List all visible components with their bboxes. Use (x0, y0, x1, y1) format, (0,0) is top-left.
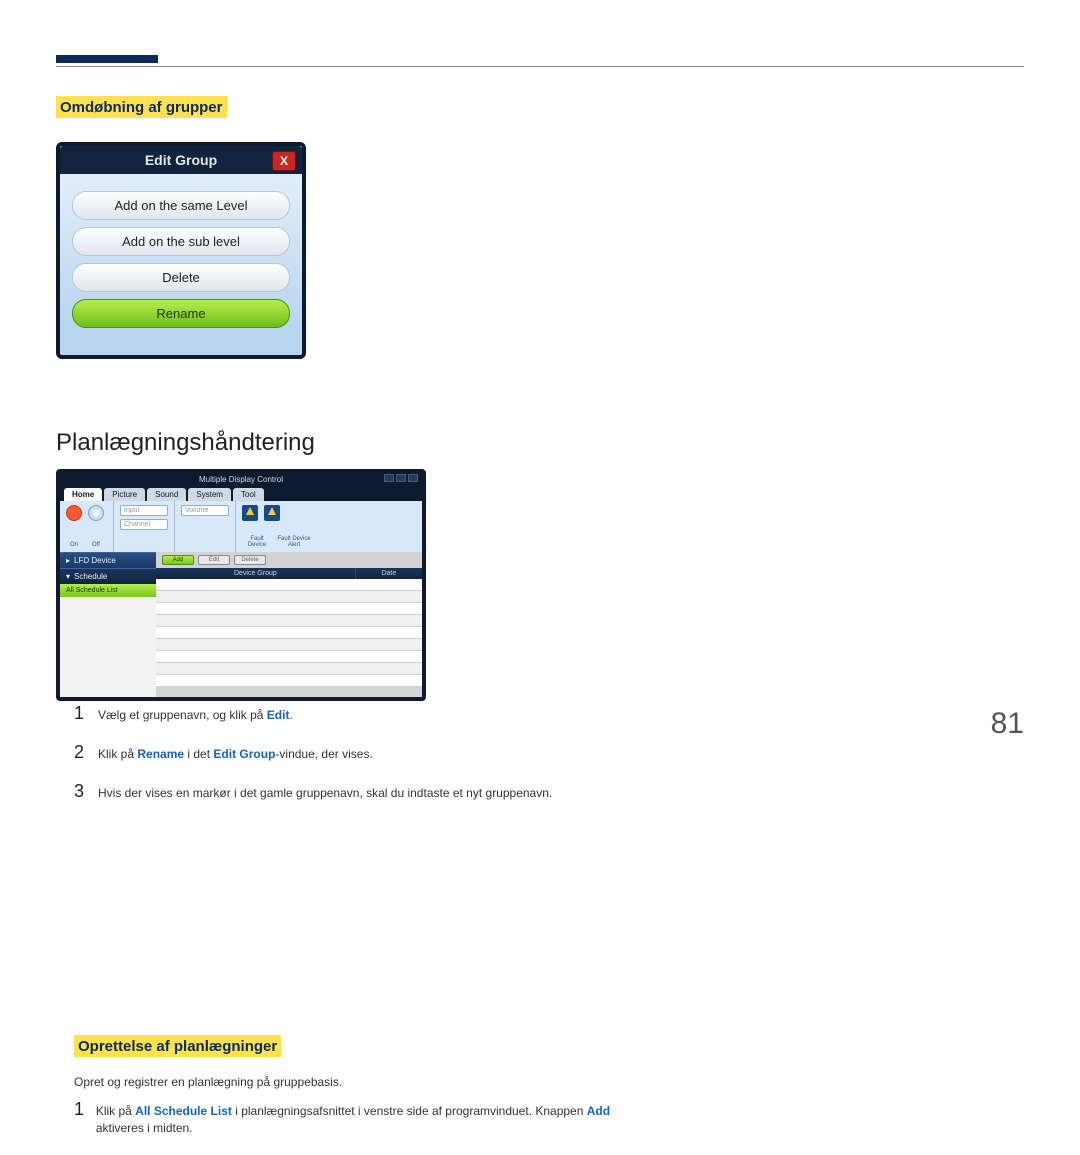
grid-col-device-group: Device Group (156, 568, 356, 579)
step-text: Hvis der vises en markør i det gamle gru… (98, 781, 552, 802)
mdc-window-controls (384, 474, 418, 482)
edit-group-title: Edit Group (145, 152, 217, 168)
table-row (156, 603, 422, 615)
sidebar-spacer (60, 597, 156, 697)
edit-group-body: Add on the same Level Add on the sub lev… (60, 174, 302, 345)
sidebar-header-lfd[interactable]: ▸LFD Device (60, 552, 156, 568)
mdc-toolbar: Add Edit Delete (156, 552, 422, 568)
step-text: Vælg et gruppenavn, og klik på Edit. (98, 703, 293, 724)
table-row (156, 627, 422, 639)
ribbon-volume-group: Volume (175, 501, 236, 552)
minimize-icon[interactable] (384, 474, 394, 482)
mdc-body: ▸LFD Device ▾Schedule All Schedule List … (60, 552, 422, 697)
mdc-sidebar: ▸LFD Device ▾Schedule All Schedule List (60, 552, 156, 697)
rename-button[interactable]: Rename (72, 299, 290, 328)
ribbon-fault-group: Fault Device Fault Device Alert (236, 501, 422, 552)
power-icon[interactable] (66, 505, 82, 521)
step-2: 2 Klik på Rename i det Edit Group-vindue… (74, 742, 654, 763)
close-window-icon[interactable] (408, 474, 418, 482)
header-rule (56, 66, 1024, 67)
edit-group-dialog: Edit Group X Add on the same Level Add o… (56, 142, 306, 359)
table-row (156, 579, 422, 591)
table-row (156, 675, 422, 687)
step-number: 1 (74, 703, 98, 724)
step-text: Klik på Rename i det Edit Group-vindue, … (98, 742, 373, 763)
grid-header: Device Group Date (156, 568, 422, 579)
sidebar-header-schedule[interactable]: ▾Schedule (60, 568, 156, 584)
mdc-window-title: Multiple Display Control (199, 475, 283, 484)
table-row (156, 639, 422, 651)
step-number: 2 (74, 742, 98, 763)
add-sub-level-button[interactable]: Add on the sub level (72, 227, 290, 256)
grid-footer (156, 687, 422, 697)
table-row (156, 615, 422, 627)
right-column: 1 Vælg et gruppenavn, og klik på Edit. 2… (74, 701, 654, 1155)
channel-select[interactable]: Channel (120, 519, 168, 530)
fault-alert-label: Fault Device Alert (276, 536, 312, 548)
fault-device-icon[interactable] (242, 505, 258, 521)
table-row (156, 663, 422, 675)
tab-tool[interactable]: Tool (233, 488, 264, 501)
edit-button[interactable]: Edit (198, 555, 230, 565)
left-column: Omdøbning af grupper Edit Group X Add on… (56, 96, 431, 701)
tab-home[interactable]: Home (64, 488, 102, 501)
power-off-label: Off (88, 542, 104, 548)
step-1: 1 Vælg et gruppenavn, og klik på Edit. (74, 703, 654, 724)
tab-system[interactable]: System (188, 488, 231, 501)
subheading-rename-groups: Omdøbning af grupper (56, 96, 227, 118)
add-button[interactable]: Add (162, 555, 194, 565)
edit-group-titlebar: Edit Group X (60, 146, 302, 174)
step-number: 1 (74, 1099, 96, 1137)
add-same-level-button[interactable]: Add on the same Level (72, 191, 290, 220)
fault-device-label: Fault Device (242, 536, 272, 548)
step-3: 3 Hvis der vises en markør i det gamle g… (74, 781, 654, 802)
page-content: Omdøbning af grupper Edit Group X Add on… (56, 96, 1024, 1155)
fault-alert-icon[interactable] (264, 505, 280, 521)
step-number: 3 (74, 781, 98, 802)
ribbon-input-group: Input Channel (114, 501, 175, 552)
delete-button[interactable]: Delete (72, 263, 290, 292)
table-row (156, 651, 422, 663)
mdc-main: Add Edit Delete Device Group Date (156, 552, 422, 697)
mdc-window: Multiple Display Control Home Picture So… (56, 469, 426, 701)
tab-picture[interactable]: Picture (104, 488, 145, 501)
table-row (156, 591, 422, 603)
delete-schedule-button[interactable]: Delete (234, 555, 266, 565)
mdc-titlebar: Multiple Display Control (60, 473, 422, 486)
page-number: 81 (991, 707, 1024, 741)
grid-col-date: Date (356, 568, 422, 579)
intro-text: Opret og registrer en planlægning på gru… (74, 1069, 654, 1089)
step-schedule-1: 1 Klik på All Schedule List i planlægnin… (74, 1099, 654, 1137)
input-select[interactable]: Input (120, 505, 168, 516)
mdc-tabbar: Home Picture Sound System Tool (60, 486, 422, 501)
close-icon[interactable]: X (272, 151, 296, 171)
mdc-ribbon: On Off Input Channel Volume (60, 501, 422, 552)
refresh-icon[interactable] (88, 505, 104, 521)
section-heading-scheduling: Planlægningshåndtering (56, 429, 431, 457)
tab-sound[interactable]: Sound (147, 488, 186, 501)
grid-rows (156, 579, 422, 687)
header-accent-bar (56, 55, 158, 63)
ribbon-power-group: On Off (60, 501, 114, 552)
subheading-create-schedules: Oprettelse af planlægninger (74, 1035, 281, 1057)
volume-select[interactable]: Volume (181, 505, 229, 516)
maximize-icon[interactable] (396, 474, 406, 482)
step-text: Klik på All Schedule List i planlægnings… (96, 1099, 654, 1137)
power-on-label: On (66, 542, 82, 548)
sidebar-item-all-schedule[interactable]: All Schedule List (60, 584, 156, 597)
